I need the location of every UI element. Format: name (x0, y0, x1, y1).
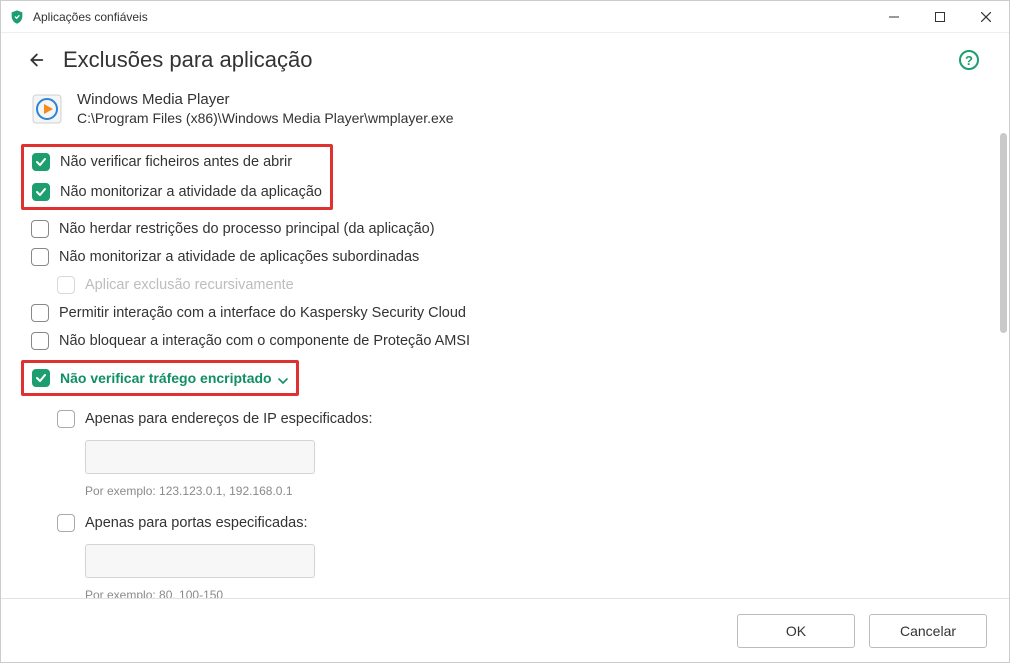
maximize-button[interactable] (917, 1, 963, 33)
chevron-down-icon (278, 373, 288, 383)
button-label: OK (786, 623, 806, 639)
option-no-inherit-restrictions[interactable]: Não herdar restrições do processo princi… (31, 220, 979, 238)
option-label: Não herdar restrições do processo princi… (59, 221, 435, 237)
port-input[interactable] (85, 544, 315, 578)
encrypted-sub-options: Apenas para endereços de IP especificado… (57, 410, 979, 598)
close-button[interactable] (963, 1, 1009, 33)
button-label: Cancelar (900, 623, 956, 639)
titlebar: Aplicações confiáveis (1, 1, 1009, 33)
window-title: Aplicações confiáveis (33, 10, 871, 24)
app-path: C:\Program Files (x86)\Windows Media Pla… (77, 110, 454, 126)
option-label: Não verificar tráfego encriptado (60, 370, 272, 386)
minimize-button[interactable] (871, 1, 917, 33)
option-label: Não verificar ficheiros antes de abrir (60, 154, 292, 170)
option-label: Aplicar exclusão recursivamente (85, 277, 294, 293)
page-header: Exclusões para aplicação ? (1, 33, 1009, 81)
app-info: Windows Media Player C:\Program Files (x… (31, 91, 979, 126)
highlight-box-top: Não verificar ficheiros antes de abrir N… (21, 144, 333, 210)
highlight-box-encrypted: Não verificar tráfego encriptado (21, 360, 299, 396)
back-button[interactable] (23, 48, 47, 72)
media-player-icon (31, 93, 63, 125)
footer: OK Cancelar (1, 598, 1009, 662)
option-no-block-amsi[interactable]: Não bloquear a interação com o component… (31, 332, 979, 350)
option-label: Apenas para portas especificadas: (85, 515, 307, 531)
checkbox-icon[interactable] (57, 514, 75, 532)
expandable-label[interactable]: Não verificar tráfego encriptado (60, 370, 288, 386)
checkbox-icon[interactable] (32, 183, 50, 201)
option-no-scan-encrypted-traffic[interactable]: Não verificar tráfego encriptado (32, 369, 288, 387)
port-hint: Por exemplo: 80, 100-150 (85, 588, 979, 598)
scrollbar-thumb[interactable] (1000, 133, 1007, 333)
checkbox-icon[interactable] (31, 248, 49, 266)
page-title: Exclusões para aplicação (63, 47, 959, 73)
checkbox-icon[interactable] (31, 332, 49, 350)
cancel-button[interactable]: Cancelar (869, 614, 987, 648)
option-apply-recursive: Aplicar exclusão recursivamente (57, 276, 979, 294)
option-only-ips[interactable]: Apenas para endereços de IP especificado… (57, 410, 979, 428)
option-no-monitor-children[interactable]: Não monitorizar a atividade de aplicaçõe… (31, 248, 979, 266)
option-label: Permitir interação com a interface do Ka… (59, 305, 466, 321)
option-label: Apenas para endereços de IP especificado… (85, 411, 373, 427)
option-label: Não monitorizar a atividade da aplicação (60, 184, 322, 200)
help-button[interactable]: ? (959, 50, 979, 70)
option-only-ports[interactable]: Apenas para portas especificadas: (57, 514, 979, 532)
checkbox-icon[interactable] (31, 220, 49, 238)
content-area: Windows Media Player C:\Program Files (x… (1, 81, 1009, 598)
shield-icon (9, 9, 25, 25)
option-label: Não monitorizar a atividade de aplicaçõe… (59, 249, 419, 265)
window-buttons (871, 1, 1009, 33)
checkbox-icon[interactable] (31, 304, 49, 322)
window: Aplicações confiáveis Exclusões para apl… (0, 0, 1010, 663)
option-allow-ksc-interface[interactable]: Permitir interação com a interface do Ka… (31, 304, 979, 322)
option-label: Não bloquear a interação com o component… (59, 333, 470, 349)
option-no-monitor-activity[interactable]: Não monitorizar a atividade da aplicação (32, 183, 322, 201)
ip-input[interactable] (85, 440, 315, 474)
ok-button[interactable]: OK (737, 614, 855, 648)
app-name: Windows Media Player (77, 91, 454, 108)
option-no-scan-before-open[interactable]: Não verificar ficheiros antes de abrir (32, 153, 322, 171)
checkbox-icon[interactable] (32, 369, 50, 387)
ip-hint: Por exemplo: 123.123.0.1, 192.168.0.1 (85, 484, 979, 498)
checkbox-icon (57, 276, 75, 294)
checkbox-icon[interactable] (32, 153, 50, 171)
checkbox-icon[interactable] (57, 410, 75, 428)
